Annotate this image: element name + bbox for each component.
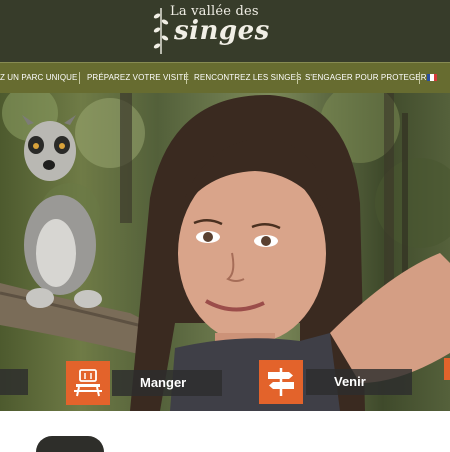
content-section [0, 411, 450, 452]
main-nav: Z UN PARC UNIQUE PRÉPAREZ VOTRE VISITE R… [0, 62, 450, 93]
france-flag-icon[interactable] [427, 74, 437, 81]
leaf-sprig-icon [153, 8, 169, 54]
nav-divider [186, 72, 187, 84]
cta-partial-right[interactable] [444, 358, 450, 380]
cta-venir-label: Venir [334, 374, 366, 389]
nav-item-parc-unique[interactable]: Z UN PARC UNIQUE [0, 63, 77, 93]
nav-item-rencontrez-singes[interactable]: RENCONTREZ LES SINGES [194, 63, 301, 93]
logo-text-main: singes [174, 16, 270, 46]
hero-image: Manger Venir [0, 93, 450, 411]
cta-venir-button[interactable] [259, 360, 303, 404]
signpost-icon [268, 368, 294, 396]
site-header: La vallée des singes [0, 0, 450, 62]
cta-venir-label-bar[interactable]: Venir [306, 369, 412, 395]
cta-manger-label-bar[interactable]: Manger [112, 370, 222, 396]
nav-divider [79, 72, 80, 84]
picnic-table-icon [74, 369, 102, 397]
nav-item-preparez-visite[interactable]: PRÉPAREZ VOTRE VISITE [87, 63, 189, 93]
cta-manger-button[interactable] [66, 361, 110, 405]
cta-manger-label: Manger [140, 375, 187, 390]
nav-item-engager-proteger[interactable]: S'ENGAGER POUR PROTEGER [305, 63, 427, 93]
site-logo[interactable]: La vallée des singes [150, 2, 300, 60]
nav-divider [419, 72, 420, 84]
nav-divider [297, 72, 298, 84]
cta-partial-button[interactable] [0, 369, 28, 395]
